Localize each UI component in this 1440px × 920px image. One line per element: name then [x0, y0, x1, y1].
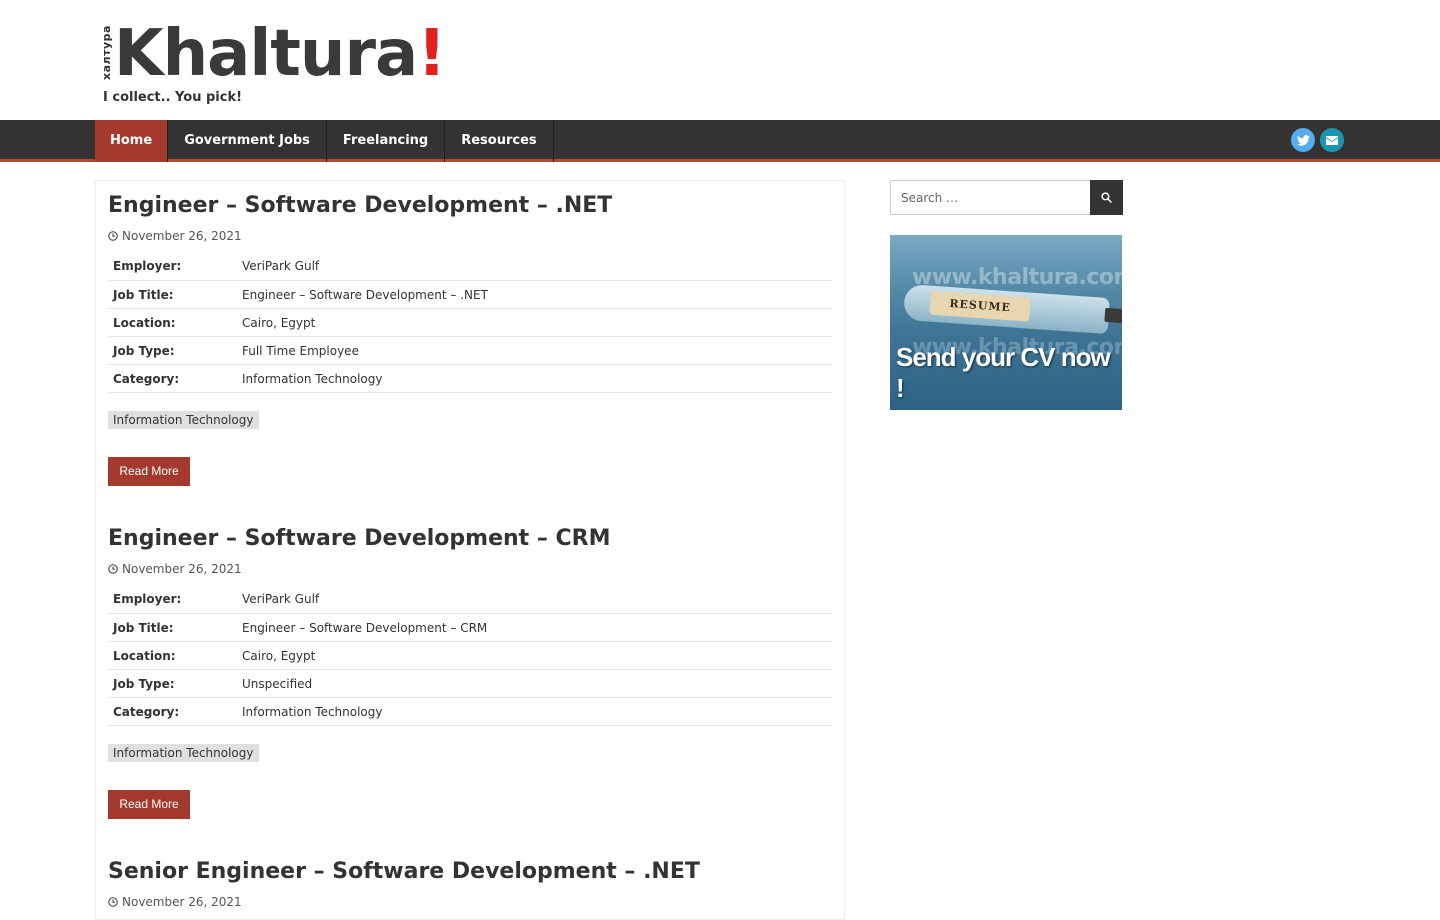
- post-card: Engineer – Software Development – CRM No…: [108, 526, 832, 819]
- bottle-cork: [1104, 307, 1122, 324]
- sidebar: www.khaltura.com www.khaltura.com RESUME…: [890, 180, 1123, 410]
- nav-item-resources[interactable]: Resources: [445, 120, 554, 162]
- post-card: Senior Engineer – Software Development –…: [108, 859, 832, 909]
- twitter-icon[interactable]: [1291, 128, 1315, 152]
- job-field-value: Engineer – Software Development – CRM: [242, 620, 488, 635]
- table-row: Employer: VeriPark Gulf: [108, 252, 832, 281]
- main-content: Engineer – Software Development – .NET N…: [95, 180, 845, 920]
- job-details-table: Employer: VeriPark Gulf Job Title: Engin…: [108, 585, 832, 726]
- job-field-label: Category:: [113, 371, 180, 386]
- job-field-label: Job Title:: [113, 620, 174, 635]
- table-row: Location: Cairo, Egypt: [108, 642, 832, 670]
- job-field-label: Job Type:: [113, 676, 175, 691]
- search-button[interactable]: [1090, 180, 1123, 215]
- logo-wordmark: Khaltura!: [114, 14, 446, 94]
- table-row: Category: Information Technology: [108, 365, 832, 393]
- site-tagline: I collect.. You pick!: [103, 90, 243, 105]
- job-field-value: VeriPark Gulf: [242, 259, 320, 273]
- search-form: [890, 180, 1123, 215]
- job-details-table: Employer: VeriPark Gulf Job Title: Engin…: [108, 252, 832, 393]
- bottle-graphic: RESUME: [902, 283, 1122, 335]
- logo-main-text: Khaltura: [114, 17, 418, 91]
- site-header: хaлтура Khaltura! I collect.. You pick!: [0, 0, 1440, 120]
- job-field-label: Job Type:: [113, 343, 175, 358]
- table-row: Job Title: Engineer – Software Developme…: [108, 281, 832, 309]
- site-logo[interactable]: хaлтура Khaltura! I collect.. You pick!: [100, 14, 446, 110]
- job-field-label: Location:: [113, 315, 176, 330]
- table-row: Location: Cairo, Egypt: [108, 309, 832, 337]
- table-row: Employer: VeriPark Gulf: [108, 585, 832, 614]
- post-date: November 26, 2021: [108, 562, 832, 576]
- table-row: Job Type: Full Time Employee: [108, 337, 832, 365]
- banner-text: Send your CV now !: [896, 342, 1111, 403]
- post-title[interactable]: Engineer – Software Development – CRM: [108, 526, 832, 552]
- read-more-button[interactable]: Read More: [108, 790, 190, 819]
- search-input[interactable]: [890, 180, 1090, 215]
- job-field-label: Employer:: [113, 259, 182, 273]
- job-field-value: Information Technology: [242, 704, 383, 719]
- post-date-text: November 26, 2021: [122, 229, 242, 243]
- clock-icon: [108, 564, 118, 574]
- post-card: Engineer – Software Development – .NET N…: [108, 193, 832, 486]
- job-field-label: Employer:: [113, 592, 182, 606]
- job-field-label: Category:: [113, 704, 180, 719]
- post-title[interactable]: Engineer – Software Development – .NET: [108, 193, 832, 219]
- table-row: Job Type: Unspecified: [108, 670, 832, 698]
- table-row: Category: Information Technology: [108, 698, 832, 726]
- clock-icon: [108, 231, 118, 241]
- nav-menu: Home Government Jobs Freelancing Resourc…: [95, 120, 554, 162]
- post-title[interactable]: Senior Engineer – Software Development –…: [108, 859, 832, 885]
- category-tag[interactable]: Information Technology: [108, 411, 259, 429]
- job-field-value: Engineer – Software Development – .NET: [242, 287, 488, 302]
- job-field-value: Information Technology: [242, 371, 383, 386]
- table-row: Job Title: Engineer – Software Developme…: [108, 614, 832, 642]
- clock-icon: [108, 897, 118, 907]
- post-date-text: November 26, 2021: [122, 562, 242, 576]
- read-more-button[interactable]: Read More: [108, 457, 190, 486]
- nav-item-freelancing[interactable]: Freelancing: [327, 120, 446, 162]
- post-date-text: November 26, 2021: [122, 895, 242, 909]
- post-date: November 26, 2021: [108, 229, 832, 243]
- send-cv-banner[interactable]: www.khaltura.com www.khaltura.com RESUME…: [890, 235, 1122, 410]
- category-tag[interactable]: Information Technology: [108, 744, 259, 762]
- main-navigation: Home Government Jobs Freelancing Resourc…: [0, 120, 1440, 162]
- logo-exclamation: !: [417, 17, 446, 91]
- job-field-label: Job Title:: [113, 287, 174, 302]
- job-field-value: VeriPark Gulf: [242, 592, 320, 606]
- job-field-value: Unspecified: [242, 676, 313, 691]
- post-date: November 26, 2021: [108, 895, 832, 909]
- social-links: [1291, 128, 1344, 152]
- job-field-value: Cairo, Egypt: [242, 315, 316, 330]
- job-field-value: Cairo, Egypt: [242, 648, 316, 663]
- nav-item-home[interactable]: Home: [95, 120, 169, 162]
- nav-item-government-jobs[interactable]: Government Jobs: [168, 120, 327, 162]
- job-field-value: Full Time Employee: [242, 343, 359, 358]
- envelope-icon[interactable]: [1320, 128, 1344, 152]
- resume-paper: RESUME: [929, 290, 1031, 322]
- search-icon: [1101, 192, 1112, 203]
- job-field-label: Location:: [113, 648, 176, 663]
